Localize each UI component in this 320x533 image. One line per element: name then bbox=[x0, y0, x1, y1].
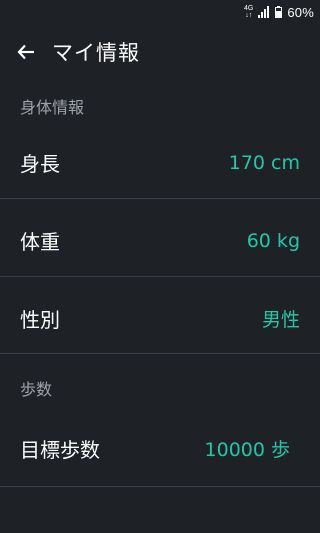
gender-label: 性別 bbox=[20, 308, 60, 332]
battery-percentage: 60% bbox=[287, 4, 314, 20]
height-row[interactable]: 身長 170 cm bbox=[0, 124, 320, 201]
target-steps-row[interactable]: 目標歩数 10000 歩 bbox=[0, 410, 320, 487]
back-arrow-icon bbox=[17, 44, 34, 60]
divider bbox=[0, 353, 320, 354]
height-label: 身長 bbox=[20, 152, 60, 176]
page-title: マイ情報 bbox=[52, 41, 140, 65]
network-type-label: 4G bbox=[244, 5, 254, 12]
gender-value: 男性 bbox=[261, 309, 300, 331]
signal-icon bbox=[258, 6, 270, 18]
divider bbox=[0, 486, 320, 487]
divider bbox=[0, 198, 320, 199]
divider bbox=[0, 276, 320, 277]
weight-value: 60 kg bbox=[246, 229, 300, 252]
target-steps-label: 目標歩数 bbox=[20, 438, 100, 462]
section-header-body-info: 身体情報 bbox=[20, 98, 85, 117]
gender-row[interactable]: 性別 男性 bbox=[0, 280, 320, 357]
network-type-indicator: 4G ↓↑ bbox=[244, 5, 253, 19]
section-header-steps: 歩数 bbox=[20, 380, 53, 399]
network-activity-arrows: ↓↑ bbox=[245, 12, 253, 19]
battery-icon bbox=[275, 6, 283, 18]
weight-row[interactable]: 体重 60 kg bbox=[0, 202, 320, 279]
app-bar: マイ情報 bbox=[0, 24, 320, 80]
height-value: 170 cm bbox=[228, 151, 300, 174]
status-bar: 4G ↓↑ 60% bbox=[0, 0, 320, 24]
back-button[interactable] bbox=[0, 24, 52, 80]
weight-label: 体重 bbox=[20, 230, 60, 254]
target-steps-value: 10000 歩 bbox=[204, 439, 290, 461]
